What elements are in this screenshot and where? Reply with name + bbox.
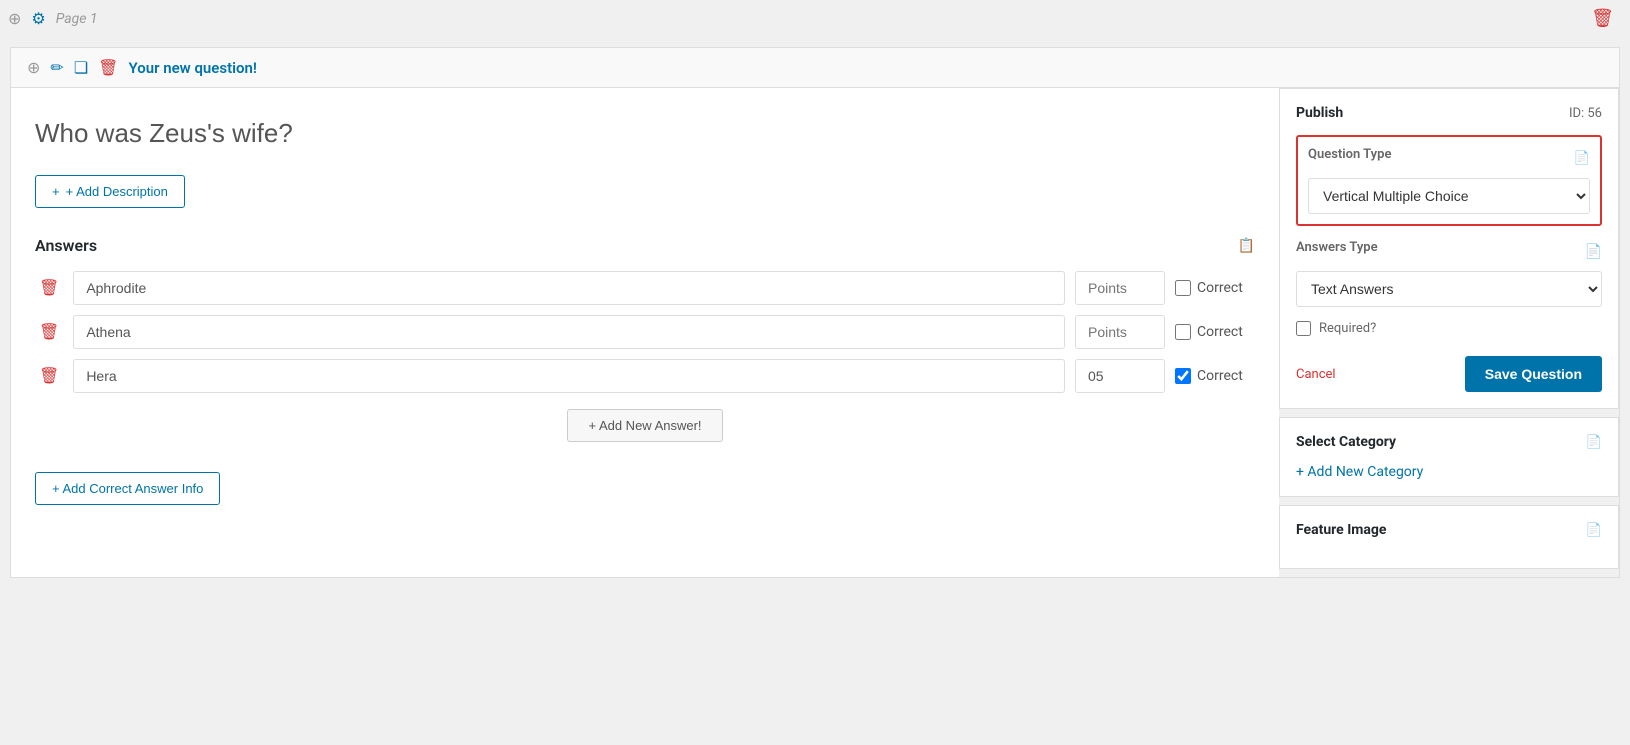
answers-type-section: Answers Type 📄 Text Answers Image Answer… (1296, 240, 1602, 307)
add-answer-label: + Add New Answer! (588, 418, 701, 433)
cancel-link[interactable]: Cancel (1296, 367, 1336, 382)
required-row: Required? (1296, 321, 1602, 336)
action-row: Cancel Save Question (1296, 356, 1602, 392)
required-checkbox[interactable] (1296, 321, 1311, 336)
question-copy-icon[interactable]: ❏ (74, 58, 88, 77)
question-title-label: Your new question! (128, 59, 256, 77)
answer-text-2[interactable] (73, 359, 1065, 393)
add-description-label: + Add Description (66, 184, 168, 199)
answer-row: 🗑 Correct (35, 315, 1255, 349)
add-answer-button[interactable]: + Add New Answer! (567, 409, 722, 442)
select-category-doc-icon: 📄 (1586, 435, 1602, 450)
question-content-wrapper: + + Add Description Answers 📋 🗑 Correct (11, 88, 1619, 577)
add-correct-answer-info-button[interactable]: + Add Correct Answer Info (35, 472, 220, 505)
question-move-icon[interactable]: ⊕ (27, 58, 40, 77)
answers-type-header: Answers Type 📄 (1296, 240, 1602, 263)
answer-correct-label-1: Correct (1175, 324, 1255, 340)
answer-correct-checkbox-1[interactable] (1175, 324, 1191, 340)
question-card: ⊕ ✏ ❏ 🗑 Your new question! + + Add Descr… (10, 47, 1620, 578)
answer-row: 🗑 Correct (35, 359, 1255, 393)
answers-section: Answers 📋 🗑 Correct 🗑 (35, 236, 1255, 442)
question-trash-icon[interactable]: 🗑 (98, 58, 118, 77)
add-category-link[interactable]: + Add New Category (1296, 464, 1423, 480)
answers-type-select[interactable]: Text Answers Image Answers (1296, 271, 1602, 307)
correct-text-1: Correct (1197, 324, 1243, 340)
answer-trash-1[interactable]: 🗑 (35, 320, 63, 344)
move-icon[interactable]: ⊕ (8, 9, 21, 28)
question-type-select[interactable]: Vertical Multiple Choice Horizontal Mult… (1308, 178, 1590, 214)
save-question-button[interactable]: Save Question (1465, 356, 1602, 392)
answer-points-0[interactable] (1075, 271, 1165, 305)
question-type-label: Question Type (1308, 147, 1391, 162)
answer-trash-2[interactable]: 🗑 (35, 364, 63, 388)
select-category-title: Select Category (1296, 434, 1396, 450)
question-toolbar: ⊕ ✏ ❏ 🗑 Your new question! (11, 48, 1619, 88)
page-trash-icon[interactable]: 🗑 (1591, 8, 1614, 29)
id-badge: ID: 56 (1569, 106, 1602, 121)
sidebar: Publish ID: 56 Question Type 📄 Vertical … (1279, 88, 1619, 577)
answers-type-doc-icon: 📄 (1585, 244, 1602, 260)
answer-correct-label-0: Correct (1175, 280, 1255, 296)
answer-text-1[interactable] (73, 315, 1065, 349)
answers-header: Answers 📋 (35, 236, 1255, 255)
answers-title: Answers (35, 236, 97, 255)
answers-doc-icon: 📋 (1238, 238, 1255, 254)
answer-points-2[interactable] (1075, 359, 1165, 393)
select-category-panel: Select Category 📄 + Add New Category (1279, 417, 1619, 497)
add-description-plus: + (52, 184, 60, 199)
answer-correct-label-2: Correct (1175, 368, 1255, 384)
correct-text-0: Correct (1197, 280, 1243, 296)
answer-text-0[interactable] (73, 271, 1065, 305)
feature-image-header: Feature Image 📄 (1296, 522, 1602, 538)
add-description-button[interactable]: + + Add Description (35, 175, 185, 208)
select-category-header: Select Category 📄 (1296, 434, 1602, 450)
question-type-header: Question Type 📄 (1308, 147, 1590, 170)
answer-correct-checkbox-0[interactable] (1175, 280, 1191, 296)
page-top-bar: ⊕ ⚙ Page 1 🗑 (0, 0, 1630, 37)
answer-row: 🗑 Correct (35, 271, 1255, 305)
page-top-bar-left: ⊕ ⚙ Page 1 (8, 9, 98, 28)
question-text-input[interactable] (35, 108, 1255, 159)
question-type-doc-icon: 📄 (1574, 151, 1590, 166)
gear-icon[interactable]: ⚙ (31, 9, 45, 28)
question-type-section: Question Type 📄 Vertical Multiple Choice… (1296, 135, 1602, 226)
answer-trash-0[interactable]: 🗑 (35, 276, 63, 300)
question-main: + + Add Description Answers 📋 🗑 Correct (11, 88, 1279, 577)
publish-panel: Publish ID: 56 Question Type 📄 Vertical … (1279, 88, 1619, 409)
answers-type-label: Answers Type (1296, 240, 1378, 255)
feature-image-panel: Feature Image 📄 (1279, 505, 1619, 569)
publish-header: Publish ID: 56 (1296, 105, 1602, 121)
publish-title: Publish (1296, 105, 1343, 121)
feature-image-title: Feature Image (1296, 522, 1386, 538)
feature-image-doc-icon: 📄 (1586, 523, 1602, 538)
answer-correct-checkbox-2[interactable] (1175, 368, 1191, 384)
correct-text-2: Correct (1197, 368, 1243, 384)
answer-points-1[interactable] (1075, 315, 1165, 349)
add-correct-info-label: + Add Correct Answer Info (52, 481, 203, 496)
required-label: Required? (1319, 321, 1376, 336)
question-edit-icon[interactable]: ✏ (50, 58, 63, 77)
page-label: Page 1 (56, 11, 98, 27)
